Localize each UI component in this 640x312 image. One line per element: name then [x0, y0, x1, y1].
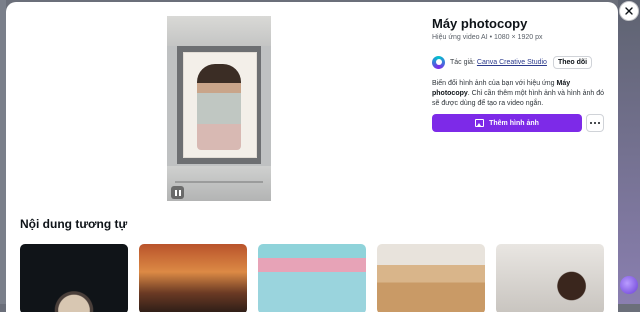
- author-row: Tác giả: Canva Creative Studio Theo dõi: [432, 54, 593, 70]
- close-glyph: [625, 7, 633, 15]
- effect-description: Biến đổi hình ảnh của bạn với hiệu ứng M…: [432, 79, 604, 109]
- copier-lid: [167, 16, 271, 46]
- effect-title: Máy photocopy: [432, 16, 528, 31]
- add-image-button[interactable]: Thêm hình ảnh: [432, 114, 582, 132]
- similar-heading: Nội dung tương tự: [20, 217, 128, 231]
- backdrop-right: [618, 0, 640, 304]
- image-icon: [475, 119, 485, 127]
- close-icon[interactable]: [619, 1, 639, 21]
- author-prefix: Tác giả:: [450, 58, 475, 66]
- author-link[interactable]: Canva Creative Studio: [477, 59, 547, 66]
- effect-subtitle: Hiệu ứng video AI • 1080 × 1920 px: [432, 34, 543, 41]
- canva-logo-icon: [432, 55, 445, 69]
- similar-card[interactable]: [496, 244, 604, 312]
- similar-card[interactable]: [139, 244, 247, 312]
- description-text: Biến đổi hình ảnh của bạn với hiệu ứng: [432, 80, 557, 87]
- similar-card[interactable]: [20, 244, 128, 312]
- follow-button[interactable]: Theo dõi: [552, 55, 593, 69]
- add-image-label: Thêm hình ảnh: [489, 119, 539, 127]
- similar-card[interactable]: [377, 244, 485, 312]
- more-icon[interactable]: [586, 114, 604, 132]
- assistant-bubble[interactable]: [620, 276, 638, 294]
- photo-subject: [197, 64, 241, 150]
- effect-modal: Máy photocopy Hiệu ứng video AI • 1080 ×…: [6, 2, 618, 312]
- copier-seam: [175, 181, 263, 183]
- similar-card[interactable]: [258, 244, 366, 312]
- video-preview[interactable]: [167, 16, 271, 201]
- pause-icon[interactable]: [171, 186, 184, 199]
